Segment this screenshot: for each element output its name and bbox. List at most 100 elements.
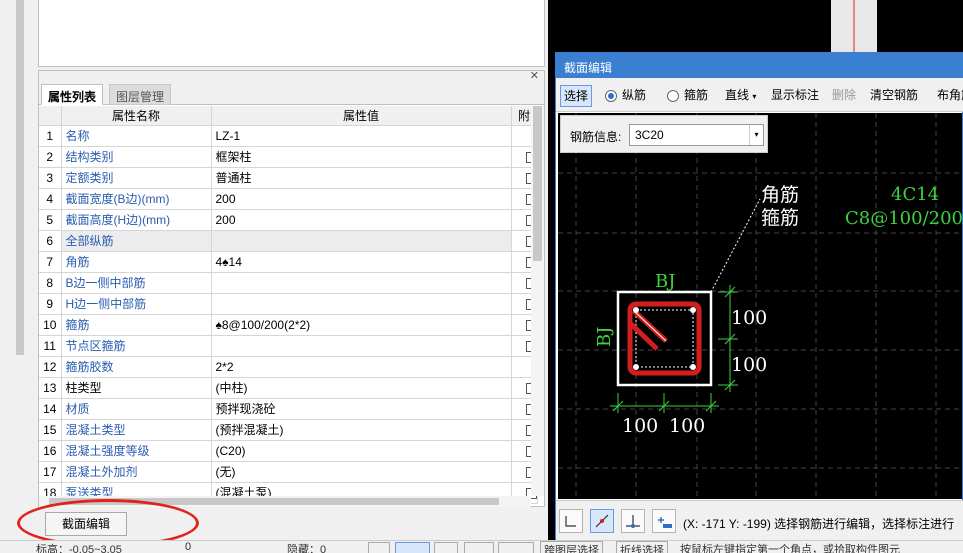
status-tool-icon[interactable] xyxy=(464,542,494,553)
snap-diagonal-icon[interactable] xyxy=(590,509,614,533)
clear-rebar-button[interactable]: 清空钢筋 xyxy=(867,85,921,107)
table-row[interactable]: 17 混凝土外加剂 (无) xyxy=(39,461,538,483)
property-name: 柱类型 xyxy=(61,377,212,399)
status-tool-icon[interactable] xyxy=(434,542,458,553)
row-number: 10 xyxy=(39,314,62,336)
table-vertical-scrollbar[interactable] xyxy=(531,106,544,496)
property-value[interactable]: (无) xyxy=(211,461,512,483)
property-value[interactable]: ♠︎8@100/200(2*2) xyxy=(211,314,512,336)
table-row[interactable]: 14 材质 预拌现浇砼 xyxy=(39,398,538,420)
tab-layers[interactable]: 图层管理 xyxy=(109,84,172,105)
stirrup-radio[interactable]: 箍筋 xyxy=(664,85,711,107)
property-value[interactable]: (C20) xyxy=(211,440,512,462)
longitudinal-radio[interactable]: 纵筋 xyxy=(602,85,649,107)
property-name: H边一侧中部筋 xyxy=(61,293,212,315)
scroll-thumb[interactable] xyxy=(533,106,542,261)
property-value[interactable]: 预拌现浇砼 xyxy=(211,398,512,420)
table-row[interactable]: 12 箍筋胶数 2*2 xyxy=(39,356,538,378)
upper-panel xyxy=(38,0,545,67)
property-value[interactable]: 200 xyxy=(211,209,512,231)
section-canvas[interactable]: 角筋 箍筋 4C14 C8@100/200 BJ BJ 100 100 100 … xyxy=(558,113,962,499)
table-row[interactable]: 7 角筋 4♠︎14 xyxy=(39,251,538,273)
label-corner-bar: 角筋 xyxy=(761,184,799,206)
row-number: 5 xyxy=(39,209,62,231)
property-value[interactable]: 2*2 xyxy=(211,356,512,378)
cross-layer-select-button[interactable]: 跨图层选择 xyxy=(540,541,603,553)
status-tool-icon[interactable] xyxy=(395,542,430,553)
row-number: 11 xyxy=(39,335,62,357)
table-row[interactable]: 4 截面宽度(B边)(mm) 200 xyxy=(39,188,538,210)
table-row[interactable]: 16 混凝土强度等级 (C20) xyxy=(39,440,538,462)
perpendicular-icon[interactable] xyxy=(621,509,645,533)
panel-header: ✕ xyxy=(39,69,544,83)
polyline-select-button[interactable]: 折线选择 xyxy=(616,541,668,553)
delete-button[interactable]: 删除 xyxy=(829,85,859,107)
table-row[interactable]: 3 定额类别 普通柱 xyxy=(39,167,538,189)
property-name: 节点区箍筋 xyxy=(61,335,212,357)
properties-table: 属性名称 属性值 附 1 名称 LZ-1 2 结构类别 框架柱 3 定额类别 普通柱 4 截面宽度(… xyxy=(39,106,538,504)
property-value[interactable] xyxy=(211,335,512,357)
property-value[interactable] xyxy=(211,272,512,294)
table-row[interactable]: 13 柱类型 (中柱) xyxy=(39,377,538,399)
row-number: 8 xyxy=(39,272,62,294)
row-number: 4 xyxy=(39,188,62,210)
rebar-info-value: 3C20 xyxy=(635,128,664,142)
row-number: 15 xyxy=(39,419,62,441)
property-value[interactable]: 200 xyxy=(211,188,512,210)
line-dropdown[interactable]: 直线 ▾ xyxy=(722,85,759,107)
left-scrollbar[interactable] xyxy=(16,0,24,355)
label-stirrup: 箍筋 xyxy=(761,207,799,229)
property-value[interactable]: 4♠︎14 xyxy=(211,251,512,273)
property-value[interactable] xyxy=(211,293,512,315)
select-button[interactable]: 选择 xyxy=(560,85,593,107)
orthogonal-icon[interactable] xyxy=(559,509,583,533)
property-value[interactable] xyxy=(211,230,512,252)
show-label-button[interactable]: 显示标注 xyxy=(768,85,822,107)
property-value[interactable]: 普通柱 xyxy=(211,167,512,189)
property-value[interactable]: 框架柱 xyxy=(211,146,512,168)
chevron-down-icon[interactable]: ▾ xyxy=(749,125,763,145)
property-name: 截面宽度(B边)(mm) xyxy=(61,188,212,210)
stirrup-label: 箍筋 xyxy=(684,88,709,102)
row-number: 14 xyxy=(39,398,62,420)
table-row[interactable]: 2 结构类别 框架柱 xyxy=(39,146,538,168)
row-number: 17 xyxy=(39,461,62,483)
row-number: 2 xyxy=(39,146,62,168)
property-value[interactable]: (预拌混凝土) xyxy=(211,419,512,441)
table-row[interactable]: 11 节点区箍筋 xyxy=(39,335,538,357)
row-number: 16 xyxy=(39,440,62,462)
header-value: 属性值 xyxy=(211,106,512,126)
property-name: 全部纵筋 xyxy=(61,230,212,252)
property-name: 截面高度(H边)(mm) xyxy=(61,209,212,231)
property-name: 材质 xyxy=(61,398,212,420)
section-drawing: 角筋 箍筋 4C14 C8@100/200 BJ BJ 100 100 100 … xyxy=(558,113,962,499)
property-name: 混凝土外加剂 xyxy=(61,461,212,483)
tab-properties[interactable]: 属性列表 xyxy=(41,84,104,105)
add-dimension-icon[interactable] xyxy=(652,509,676,533)
rebar-info-combo[interactable]: 3C20 ▾ xyxy=(629,124,764,146)
table-row[interactable]: 5 截面高度(H边)(mm) 200 xyxy=(39,209,538,231)
property-value[interactable]: LZ-1 xyxy=(211,125,512,147)
close-icon[interactable]: ✕ xyxy=(530,69,539,82)
property-name: 混凝土类型 xyxy=(61,419,212,441)
row-number: 13 xyxy=(39,377,62,399)
table-row[interactable]: 1 名称 LZ-1 xyxy=(39,125,538,147)
status-tool-icon[interactable] xyxy=(498,542,534,553)
status-tool-icon[interactable] xyxy=(368,542,390,553)
table-row[interactable]: 8 B边一侧中部筋 xyxy=(39,272,538,294)
property-value[interactable]: (中柱) xyxy=(211,377,512,399)
layout-corner-button[interactable]: 布角筋 xyxy=(934,85,963,107)
properties-panel: ✕ 属性列表 图层管理 属性名称 属性值 附 1 名称 LZ-1 2 结构类别 框架柱 3 定… xyxy=(38,70,545,507)
rebar-info-label: 钢筋信息: xyxy=(570,130,622,144)
status-coordinates: (X: -171 Y: -199) 选择钢筋进行编辑，选择标注进行 xyxy=(683,517,955,531)
radio-icon xyxy=(605,89,617,102)
line-label: 直线 xyxy=(725,88,750,102)
table-row[interactable]: 15 混凝土类型 (预拌混凝土) xyxy=(39,419,538,441)
table-row[interactable]: 9 H边一侧中部筋 xyxy=(39,293,538,315)
property-name: 箍筋 xyxy=(61,314,212,336)
table-row[interactable]: 10 箍筋 ♠︎8@100/200(2*2) xyxy=(39,314,538,336)
property-name: 混凝土强度等级 xyxy=(61,440,212,462)
status-hint: 按鼠标左键指定第一个角点，或拾取构件图元 xyxy=(680,544,900,553)
table-row[interactable]: 6 全部纵筋 xyxy=(39,230,538,252)
longitudinal-label: 纵筋 xyxy=(622,88,647,102)
